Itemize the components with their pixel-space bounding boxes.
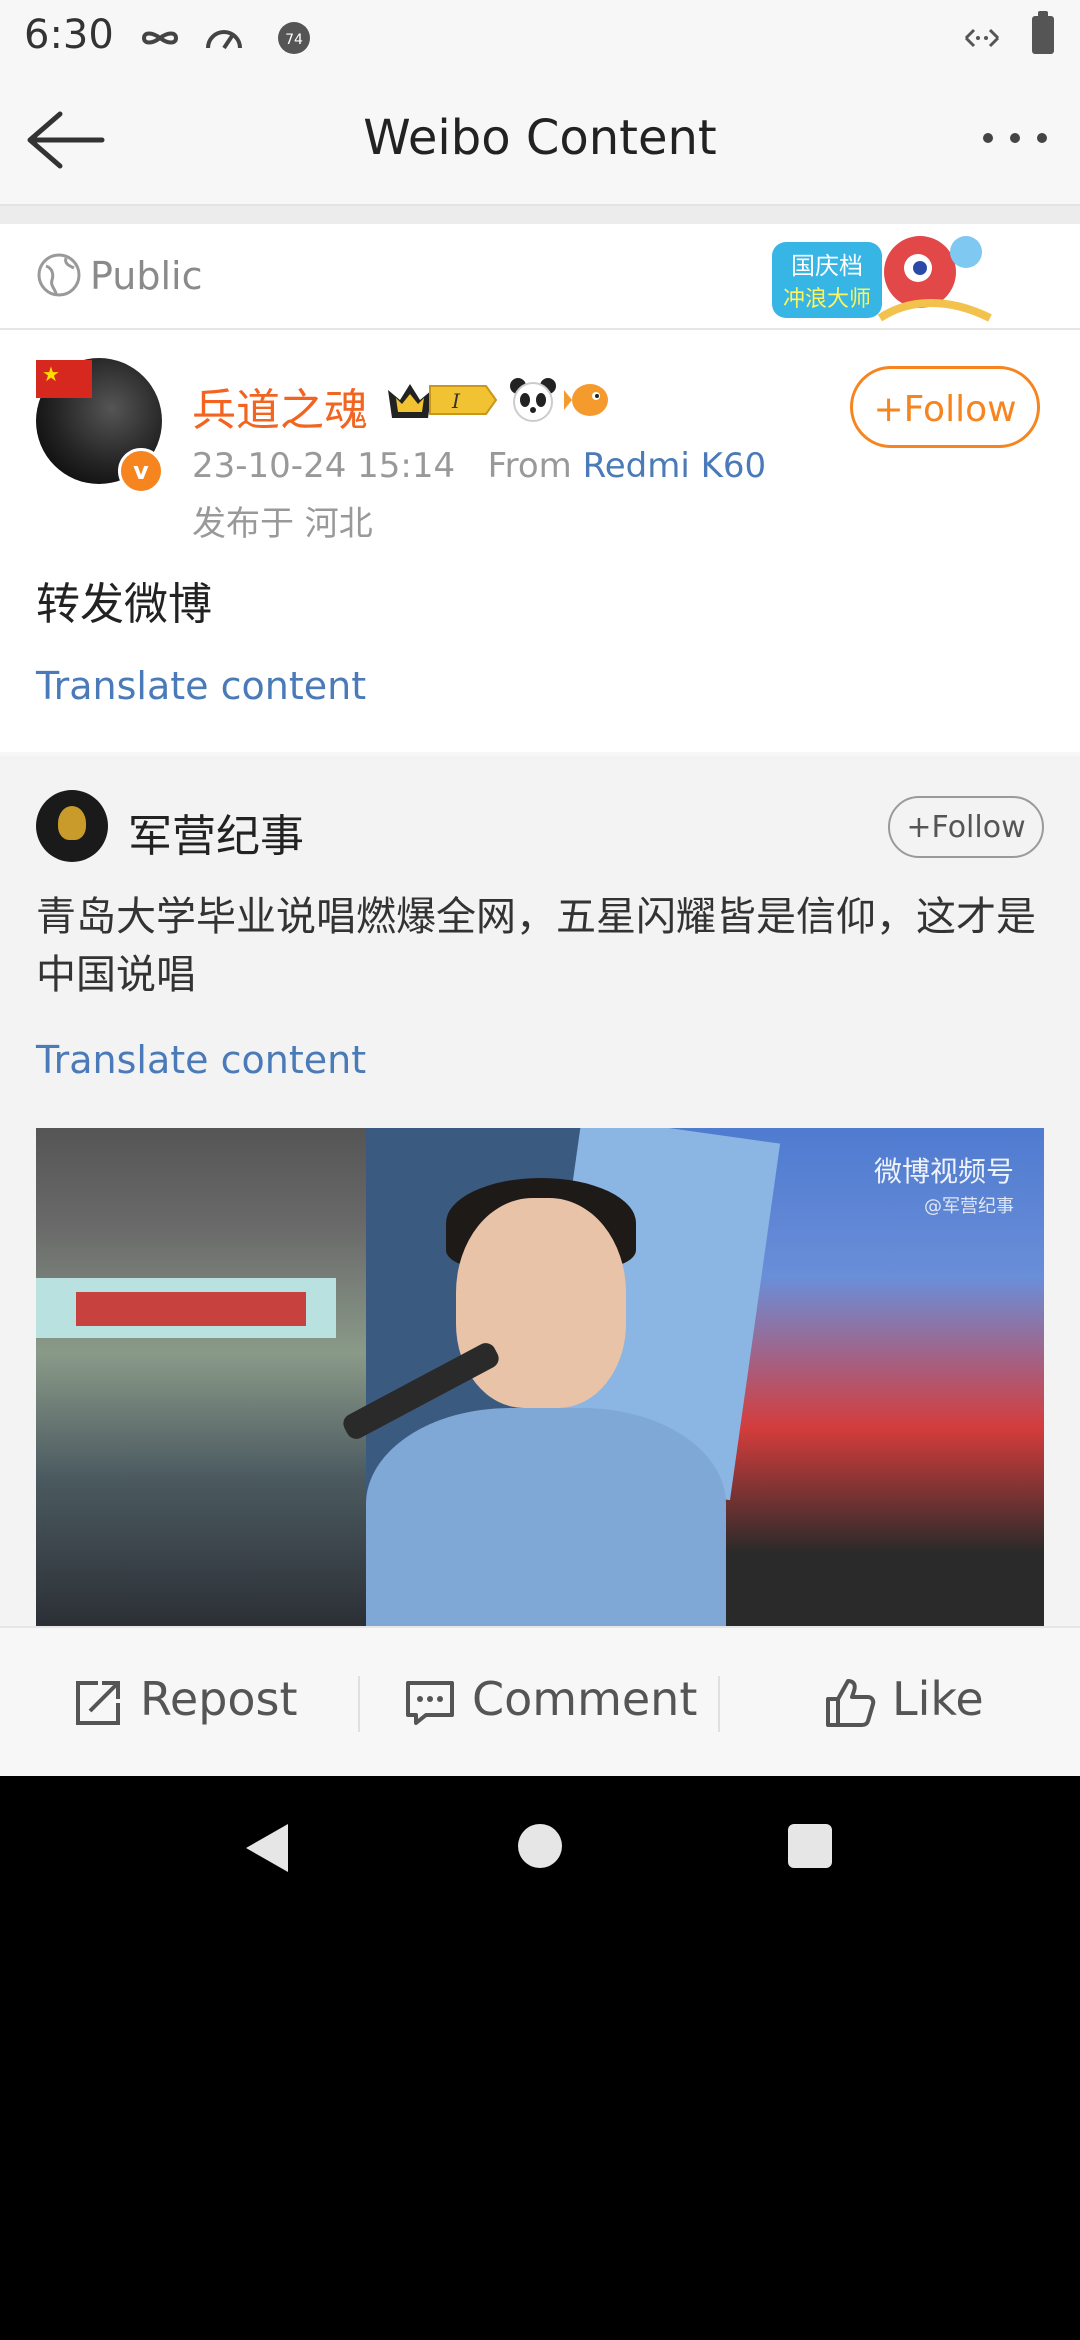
like-button[interactable]: Like — [824, 1672, 984, 1732]
action-bar: Repost Comment Like — [0, 1626, 1080, 1776]
app-screen: 6:30 74 Weibo Content Public 国庆档 冲浪大师 ★ … — [0, 0, 1080, 1776]
holiday-banner[interactable]: 国庆档 冲浪大师 — [760, 228, 1000, 328]
follow-label: Follow — [903, 389, 1017, 430]
video-thumbnail[interactable]: 微博视频号 @军营纪事 — [36, 1128, 1044, 1628]
comment-button[interactable]: Comment — [404, 1672, 697, 1732]
repost-label: Repost — [140, 1672, 298, 1726]
like-label: Like — [892, 1672, 984, 1726]
panda-icon[interactable] — [508, 376, 558, 424]
svg-text:冲浪大师: 冲浪大师 — [783, 287, 871, 312]
reposted-content[interactable]: 军营纪事 +Follow 青岛大学毕业说唱燃爆全网，五星闪耀皆是信仰，这才是中国… — [0, 756, 1080, 1776]
notification-count-icon: 74 — [278, 22, 310, 54]
main-post: v 兵道之魂 I +Follow 23-10-24 15:14 From Red… — [0, 330, 1080, 752]
comment-label: Comment — [472, 1672, 698, 1726]
infinity-icon — [141, 31, 179, 45]
repost-button[interactable]: Repost — [72, 1672, 298, 1732]
from-label: From — [487, 446, 572, 486]
status-time: 6:30 — [24, 12, 114, 58]
follow-button[interactable]: +Follow — [850, 366, 1040, 448]
visibility-label: Public — [90, 254, 203, 298]
thumbs-up-icon — [826, 1678, 876, 1727]
nav-back-icon[interactable] — [242, 1820, 292, 1876]
section-divider — [0, 206, 1080, 224]
plus-icon: + — [873, 389, 904, 430]
video-watermark-sub: @军营纪事 — [924, 1196, 1014, 1217]
visibility-row: Public 国庆档 冲浪大师 — [0, 224, 1080, 330]
post-timestamp: 23-10-24 15:14 — [192, 446, 456, 486]
title-bar: Weibo Content — [0, 72, 1080, 206]
vip-crown-icon[interactable]: I — [384, 376, 500, 424]
svg-text:国庆档: 国庆档 — [791, 252, 863, 280]
more-dots-icon — [983, 133, 1047, 143]
repost-follow-label: Follow — [931, 810, 1026, 845]
more-button[interactable] — [970, 108, 1060, 168]
device-link[interactable]: Redmi K60 — [583, 446, 767, 486]
nav-recents-icon[interactable] — [788, 1824, 832, 1868]
plus-icon: + — [906, 810, 932, 845]
nav-home-icon[interactable] — [518, 1824, 562, 1868]
repost-icon — [76, 1680, 120, 1725]
status-bar: 6:30 74 — [0, 0, 1080, 72]
system-nav-bar — [0, 1776, 1080, 1916]
flag-icon — [36, 360, 92, 398]
page-title: Weibo Content — [363, 110, 717, 166]
translate-link[interactable]: Translate content — [36, 664, 366, 708]
speedometer-icon — [206, 30, 242, 50]
video-watermark: 微博视频号 — [873, 1155, 1014, 1188]
post-meta: 23-10-24 15:14 From Redmi K60 — [192, 446, 766, 486]
post-location: 发布于 河北 — [192, 504, 373, 544]
svg-text:I: I — [451, 389, 461, 413]
repost-text: 青岛大学毕业说唱燃爆全网，五星闪耀皆是信仰，这才是中国说唱 — [36, 894, 1036, 998]
globe-icon — [37, 253, 81, 297]
repost-username[interactable]: 军营纪事 — [128, 800, 304, 864]
data-arrows-icon — [964, 28, 1000, 48]
svg-text:74: 74 — [285, 32, 303, 48]
repost-follow-button[interactable]: +Follow — [888, 796, 1044, 858]
post-text: 转发微博 — [36, 579, 212, 630]
fish-icon[interactable] — [564, 378, 612, 422]
comment-icon — [406, 1680, 454, 1725]
username[interactable]: 兵道之魂 — [192, 374, 368, 438]
verified-badge-icon: v — [118, 448, 164, 494]
repost-translate-link[interactable]: Translate content — [36, 1038, 366, 1082]
battery-icon — [1032, 11, 1054, 54]
repost-avatar[interactable] — [36, 790, 108, 862]
